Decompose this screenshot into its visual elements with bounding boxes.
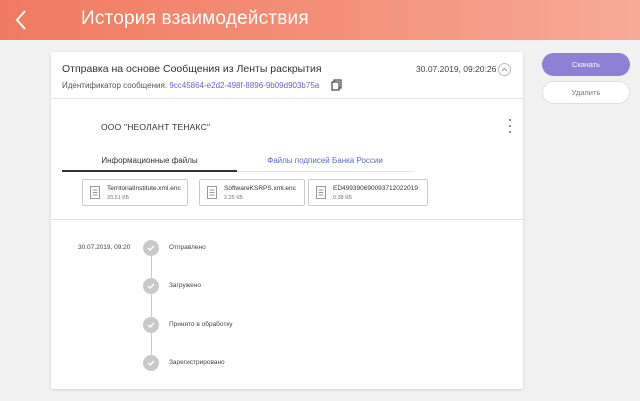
message-header: Отправка на основе Сообщения из Ленты ра… <box>51 52 523 99</box>
section-divider <box>51 219 523 220</box>
file-item[interactable]: SoftwareKSRPS.xml.enc 2.25 КБ <box>199 179 305 206</box>
check-icon <box>143 240 159 256</box>
file-item[interactable]: TerritorialInstitute.xml.enc 33.51 КБ <box>82 179 188 206</box>
tab-signature-files[interactable]: Файлы подписей Банка России <box>237 150 413 172</box>
page-title: История взаимодействия <box>81 8 309 29</box>
file-name: SoftwareKSRPS.xml.enc <box>224 185 296 192</box>
chevron-left-icon <box>15 10 26 30</box>
chevron-up-icon <box>501 67 508 72</box>
document-icon <box>90 186 100 199</box>
status-step-label: Загружено <box>169 282 201 289</box>
message-title: Отправка на основе Сообщения из Ленты ра… <box>62 63 322 75</box>
document-icon <box>316 186 326 199</box>
file-item[interactable]: ED499390690093712022019 0.38 КБ <box>308 179 428 206</box>
page-header: История взаимодействия <box>0 0 640 40</box>
delete-button[interactable]: Удалить <box>542 81 630 104</box>
document-icon <box>207 186 217 199</box>
message-card: Отправка на основе Сообщения из Ленты ра… <box>51 52 523 389</box>
status-step-label: Принято в обработку <box>169 321 233 328</box>
message-id-value[interactable]: 9cc45864-e2d2-498f-8896-9b09d903b75a <box>169 81 319 90</box>
file-name: ED499390690093712022019 <box>333 185 418 192</box>
file-name: TerritorialInstitute.xml.enc <box>107 185 181 192</box>
file-size: 0.38 КБ <box>333 195 353 201</box>
tab-info-files[interactable]: Информационные файлы <box>62 150 237 172</box>
collapse-button[interactable] <box>498 63 511 76</box>
message-date: 30.07.2019, 09:20:26 <box>416 64 497 74</box>
file-list: TerritorialInstitute.xml.enc 33.51 КБ So… <box>82 179 432 206</box>
download-button[interactable]: Скачать <box>542 53 630 76</box>
check-icon <box>143 317 159 333</box>
check-icon <box>143 355 159 371</box>
message-id-label: Идентификатор сообщения: <box>62 81 168 90</box>
message-id: Идентификатор сообщения: 9cc45864-e2d2-4… <box>62 81 319 90</box>
file-size: 2.25 КБ <box>224 195 244 201</box>
check-icon <box>143 278 159 294</box>
status-step-label: Отправлено <box>169 244 206 251</box>
back-button[interactable] <box>0 0 42 40</box>
timeline-line <box>151 250 152 365</box>
organization-name: ООО "НЕОЛАНТ ТЕНАКС" <box>101 122 211 132</box>
status-step-label: Зарегистрировано <box>169 359 225 366</box>
file-size: 33.51 КБ <box>107 195 130 201</box>
file-tabs: Информационные файлы Файлы подписей Банк… <box>62 150 413 172</box>
copy-icon[interactable] <box>331 79 342 91</box>
event-date: 30.07.2019, 09:20 <box>78 244 131 251</box>
more-vert-icon <box>508 119 512 122</box>
more-menu-button[interactable] <box>506 119 514 133</box>
